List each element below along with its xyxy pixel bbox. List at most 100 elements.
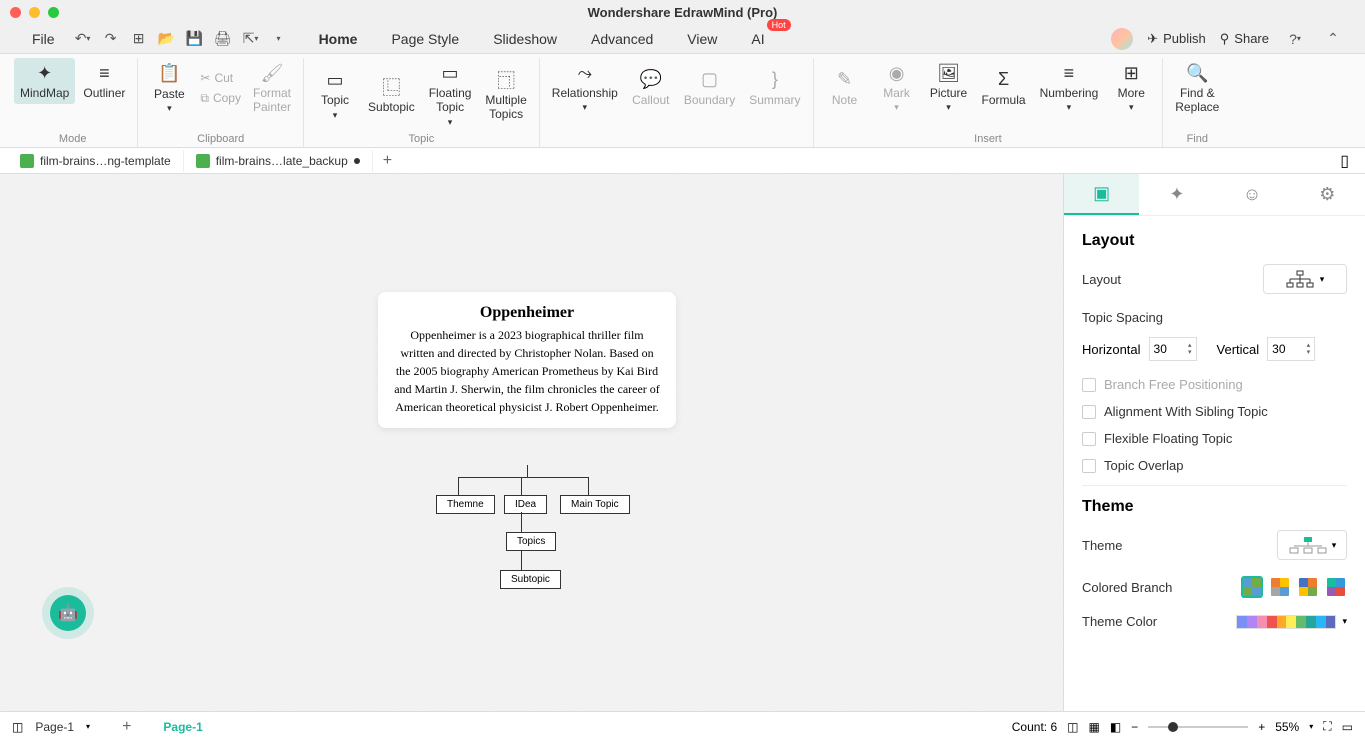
page-selector[interactable]: Page-1	[35, 720, 74, 734]
view-icon-1[interactable]: ◫	[1067, 720, 1078, 734]
vertical-value: 30	[1272, 342, 1285, 356]
zoom-out-button[interactable]: −	[1131, 720, 1138, 734]
summary-button[interactable]: } Summary	[743, 58, 806, 117]
swatch-3[interactable]	[1297, 576, 1319, 598]
file-menu[interactable]: File	[20, 27, 67, 51]
boundary-button[interactable]: ▢ Boundary	[678, 58, 741, 117]
collapse-ribbon-icon[interactable]: ⌃	[1321, 27, 1345, 51]
sub-node-1[interactable]: Topics	[506, 532, 556, 551]
subtopic-button[interactable]: ⿺ Subtopic	[362, 58, 421, 132]
overlap-checkbox[interactable]: Topic Overlap	[1082, 458, 1347, 473]
chevron-down-icon: ▾	[1067, 102, 1072, 113]
help-icon[interactable]: ?▾	[1283, 27, 1307, 51]
panel-tab-settings[interactable]: ⚙	[1290, 174, 1365, 215]
right-panel: ▣ ✦ ☺ ⚙ Layout Layout ▾ Topic Spacing Ho…	[1063, 174, 1365, 711]
add-tab-button[interactable]: +	[373, 152, 402, 170]
tab-advanced[interactable]: Advanced	[583, 27, 661, 51]
titlebar: Wondershare EdrawMind (Pro)	[0, 0, 1365, 24]
tab-page-style[interactable]: Page Style	[383, 27, 467, 51]
zoom-in-button[interactable]: +	[1258, 720, 1265, 734]
connector	[521, 512, 522, 532]
boundary-icon: ▢	[699, 69, 721, 91]
print-icon[interactable]: 🖨	[211, 27, 235, 51]
alignment-checkbox[interactable]: Alignment With Sibling Topic	[1082, 404, 1347, 419]
multiple-topics-icon: ⿹	[495, 69, 517, 91]
undo-icon[interactable]: ↶▾	[71, 27, 95, 51]
export-icon[interactable]: ⇱▾	[239, 27, 263, 51]
picture-button[interactable]: 🖼 Picture ▾	[924, 58, 974, 117]
paste-label: Paste	[154, 87, 185, 101]
chevron-down-icon: ▾	[1342, 616, 1347, 627]
horizontal-input[interactable]: 30▴▾	[1149, 337, 1197, 361]
theme-select[interactable]: ▾	[1277, 530, 1347, 560]
numbering-button[interactable]: ≡ Numbering ▾	[1034, 58, 1105, 117]
open-icon[interactable]: 📂	[155, 27, 179, 51]
panel-toggle-icon[interactable]: ▯	[1340, 151, 1357, 171]
flexible-checkbox[interactable]: Flexible Floating Topic	[1082, 431, 1347, 446]
doc-tab-2[interactable]: film-brains…late_backup	[184, 150, 373, 172]
swatch-1[interactable]	[1241, 576, 1263, 598]
add-page-button[interactable]: +	[122, 718, 131, 736]
callout-label: Callout	[632, 93, 669, 107]
panel-tab-layout[interactable]: ▣	[1064, 174, 1139, 215]
topic-group-label: Topic	[409, 133, 435, 147]
new-icon[interactable]: ⊞	[127, 27, 151, 51]
share-icon: ⚲	[1220, 31, 1230, 47]
callout-button[interactable]: 💬 Callout	[626, 58, 676, 117]
doc-tab-1[interactable]: film-brains…ng-template	[8, 150, 184, 172]
relationship-button[interactable]: ⤳ Relationship ▾	[546, 58, 624, 117]
formula-button[interactable]: Σ Formula	[976, 58, 1032, 117]
window-maximize[interactable]	[48, 7, 59, 18]
share-button[interactable]: ⚲ Share	[1220, 31, 1269, 47]
find-replace-button[interactable]: 🔍 Find & Replace	[1169, 58, 1225, 119]
layout-select[interactable]: ▾	[1263, 264, 1347, 294]
format-painter-button[interactable]: 🖌 Format Painter	[247, 58, 297, 119]
window-close[interactable]	[10, 7, 21, 18]
main-topic-node[interactable]: Oppenheimer Oppenheimer is a 2023 biogra…	[378, 292, 676, 428]
cut-button[interactable]: ✂Cut	[196, 69, 245, 87]
vertical-input[interactable]: 30▴▾	[1267, 337, 1315, 361]
topic-button[interactable]: ▭ Topic ▾	[310, 58, 360, 132]
copy-button[interactable]: ⧉Copy	[196, 89, 245, 108]
mark-button[interactable]: ◉ Mark ▾	[872, 58, 922, 117]
document-tabs: film-brains…ng-template film-brains…late…	[0, 148, 1365, 174]
ai-assistant-button[interactable]: 🤖	[50, 595, 86, 631]
floating-topic-button[interactable]: ▭ Floating Topic ▾	[423, 58, 478, 132]
tab-home[interactable]: Home	[311, 27, 366, 51]
window-minimize[interactable]	[29, 7, 40, 18]
multiple-topics-button[interactable]: ⿹ Multiple Topics	[479, 58, 532, 132]
paste-button[interactable]: 📋 Paste ▾	[144, 58, 194, 119]
note-button[interactable]: ✎ Note	[820, 58, 870, 117]
panel-tab-style[interactable]: ✦	[1139, 174, 1214, 215]
publish-button[interactable]: ✈ Publish	[1147, 31, 1206, 47]
save-icon[interactable]: 💾	[183, 27, 207, 51]
child-node-1[interactable]: Themne	[436, 495, 495, 514]
sub-node-2[interactable]: Subtopic	[500, 570, 561, 589]
mindmap-button[interactable]: ✦ MindMap	[14, 58, 75, 104]
tab-slideshow[interactable]: Slideshow	[485, 27, 565, 51]
view-icon-3[interactable]: ◧	[1110, 720, 1121, 734]
outliner-button[interactable]: ≡ Outliner	[77, 58, 131, 104]
fit-screen-icon[interactable]: ⛶	[1323, 719, 1331, 734]
panel-tab-emoji[interactable]: ☺	[1215, 174, 1290, 215]
page-tab-active[interactable]: Page-1	[163, 720, 202, 734]
more-icon[interactable]: ▾	[267, 27, 291, 51]
more-button[interactable]: ⊞ More ▾	[1106, 58, 1156, 117]
sidebar-toggle-icon[interactable]: ◫	[12, 720, 23, 734]
branch-free-checkbox[interactable]: Branch Free Positioning	[1082, 377, 1347, 392]
canvas[interactable]: Oppenheimer Oppenheimer is a 2023 biogra…	[0, 174, 1063, 711]
avatar[interactable]	[1111, 28, 1133, 50]
child-node-3[interactable]: Main Topic	[560, 495, 630, 514]
swatch-2[interactable]	[1269, 576, 1291, 598]
child-node-2[interactable]: IDea	[504, 495, 547, 514]
floating-topic-label: Floating Topic	[429, 86, 472, 115]
swatch-4[interactable]	[1325, 576, 1347, 598]
view-icon-2[interactable]: ▦	[1088, 720, 1099, 734]
redo-icon[interactable]: ↷	[99, 27, 123, 51]
theme-color-select[interactable]	[1236, 615, 1336, 629]
tab-view[interactable]: View	[679, 27, 725, 51]
tab-ai[interactable]: AI Hot	[743, 27, 772, 51]
numbering-label: Numbering	[1040, 86, 1099, 100]
zoom-slider[interactable]	[1148, 726, 1248, 728]
minimize-panel-icon[interactable]: ▭	[1342, 720, 1353, 734]
